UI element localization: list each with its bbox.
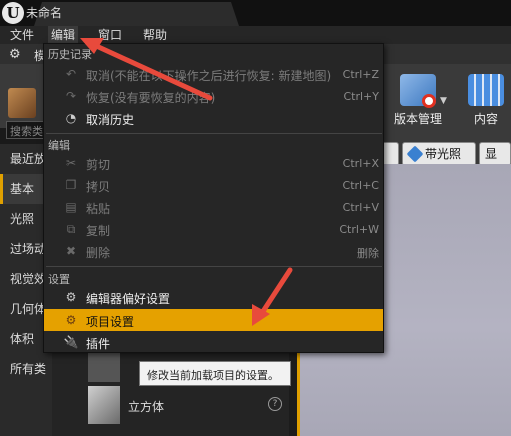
arrow-to-project-settings <box>252 267 293 326</box>
annotation-arrows <box>80 38 293 326</box>
arrow-to-edit-menu <box>80 38 213 101</box>
